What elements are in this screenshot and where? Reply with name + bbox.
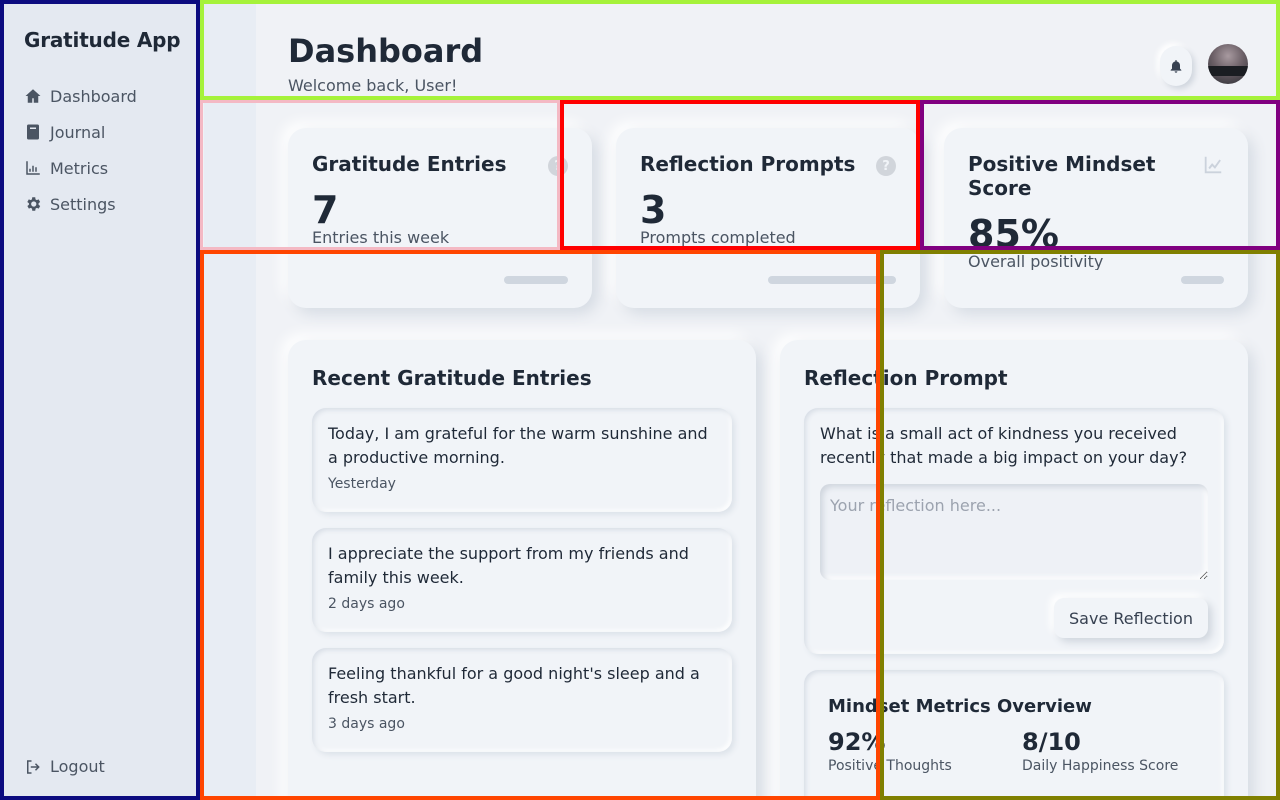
welcome-text: Welcome back, User! xyxy=(288,76,458,95)
book-icon xyxy=(27,124,39,140)
page-header: Dashboard Welcome back, User! xyxy=(200,0,1280,100)
stat-title: Gratitude Entries xyxy=(312,152,507,176)
metric-value: 92% xyxy=(828,728,886,756)
logout-button[interactable]: Logout xyxy=(24,757,105,776)
sidebar-item-settings[interactable]: Settings xyxy=(24,186,137,222)
metrics-title: Mindset Metrics Overview xyxy=(828,696,1092,717)
list-item[interactable]: Today, I am grateful for the warm sunshi… xyxy=(312,408,732,512)
stat-value: 3 xyxy=(640,188,667,232)
stat-title: Reflection Prompts xyxy=(640,152,856,176)
save-reflection-button[interactable]: Save Reflection xyxy=(1054,598,1208,638)
stat-caption: Entries this week xyxy=(312,228,450,246)
help-icon[interactable]: ? xyxy=(876,156,896,176)
reflection-panel: Reflection Prompt What is a small act of… xyxy=(780,340,1248,800)
avatar[interactable] xyxy=(1208,44,1248,84)
entry-date: Yesterday xyxy=(328,476,396,492)
sidebar-item-label: Dashboard xyxy=(50,86,137,106)
logout-label: Logout xyxy=(50,757,105,776)
content-gutter xyxy=(204,0,256,800)
home-icon xyxy=(25,89,41,103)
sidebar-item-label: Metrics xyxy=(50,158,109,178)
stat-caption: Overall positivity xyxy=(968,252,1104,270)
sidebar-item-journal[interactable]: Journal xyxy=(24,114,137,150)
sidebar-item-metrics[interactable]: Metrics xyxy=(24,150,137,186)
logout-icon xyxy=(27,759,40,774)
bell-icon xyxy=(1170,60,1182,73)
reflection-input[interactable] xyxy=(820,484,1208,580)
entry-text: Today, I am grateful for the warm sunshi… xyxy=(328,424,708,467)
stat-progress-bar xyxy=(1181,276,1224,284)
metric-label: Positive Thoughts xyxy=(828,758,952,774)
entry-text: I appreciate the support from my friends… xyxy=(328,544,689,587)
notifications-button[interactable] xyxy=(1160,46,1192,86)
metric-label: Daily Happiness Score xyxy=(1022,758,1179,774)
entry-date: 3 days ago xyxy=(328,716,405,732)
metric-positive-thoughts: 92% Positive Thoughts xyxy=(828,728,952,774)
sidebar-item-dashboard[interactable]: Dashboard xyxy=(24,78,137,114)
app-brand: Gratitude App xyxy=(24,28,181,52)
mindset-metrics-card: Mindset Metrics Overview 92% Positive Th… xyxy=(804,670,1224,800)
stat-card-reflection-prompts: Reflection Prompts ? 3 Prompts completed xyxy=(616,128,920,308)
prompt-text: What is a small act of kindness you rece… xyxy=(820,424,1188,467)
sidebar-item-label: Settings xyxy=(50,194,116,214)
stat-value: 7 xyxy=(312,188,339,232)
sidebar: Gratitude App Dashboard Journal Metrics … xyxy=(0,0,200,800)
help-icon[interactable]: ? xyxy=(548,156,568,176)
list-item[interactable]: I appreciate the support from my friends… xyxy=(312,528,732,632)
entry-text: Feeling thankful for a good night's slee… xyxy=(328,664,700,707)
panel-title: Recent Gratitude Entries xyxy=(312,366,592,390)
stat-value: 85% xyxy=(968,212,1059,256)
list-item[interactable]: Feeling thankful for a good night's slee… xyxy=(312,648,732,752)
metric-happiness-score: 8/10 Daily Happiness Score xyxy=(1022,728,1178,774)
stat-progress-bar xyxy=(768,276,896,284)
stat-caption: Prompts completed xyxy=(640,228,796,246)
metric-value: 8/10 xyxy=(1022,728,1081,756)
sidebar-item-label: Journal xyxy=(50,122,106,142)
chart-line-icon xyxy=(1204,156,1222,174)
chart-icon xyxy=(26,161,40,175)
stat-card-positive-mindset: Positive Mindset Score 85% Overall posit… xyxy=(944,128,1248,308)
panel-title: Reflection Prompt xyxy=(804,366,1008,390)
sidebar-nav: Dashboard Journal Metrics Settings xyxy=(24,78,137,222)
reflection-prompt-card: What is a small act of kindness you rece… xyxy=(804,408,1224,654)
page-title: Dashboard xyxy=(288,32,484,70)
stat-card-gratitude-entries: Gratitude Entries ? 7 Entries this week xyxy=(288,128,592,308)
stat-title: Positive Mindset Score xyxy=(968,152,1156,200)
entry-date: 2 days ago xyxy=(328,596,405,612)
gear-icon xyxy=(27,197,41,211)
stat-progress-bar xyxy=(504,276,568,284)
recent-entries-panel: Recent Gratitude Entries Today, I am gra… xyxy=(288,340,756,800)
